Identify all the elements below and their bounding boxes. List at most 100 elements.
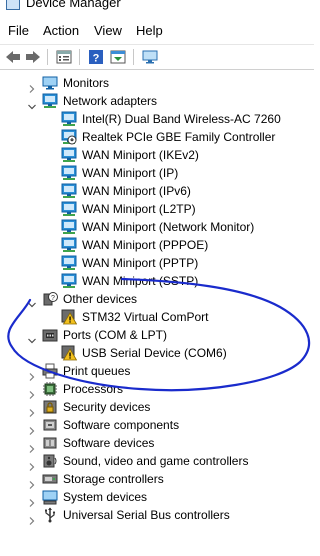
network-adapter-icon: [61, 111, 77, 127]
tree-item-label: Universal Serial Bus controllers: [63, 508, 230, 522]
expand-chevron-icon[interactable]: [28, 80, 35, 93]
system-device-icon: [42, 489, 58, 505]
tree-item[interactable]: WAN Miniport (IP): [0, 164, 314, 182]
menu-help[interactable]: Help: [136, 23, 163, 38]
tree-item-label: WAN Miniport (IPv6): [82, 184, 191, 198]
expand-chevron-icon[interactable]: [28, 404, 35, 417]
tree-item-label: WAN Miniport (L2TP): [82, 202, 196, 216]
tree-item[interactable]: Security devices: [0, 398, 314, 417]
expand-chevron-icon[interactable]: [28, 458, 35, 471]
network-adapter-icon: [61, 255, 77, 271]
warning-device-icon: [61, 309, 78, 325]
tree-item-label: WAN Miniport (Network Monitor): [82, 220, 255, 234]
tree-item-label: Realtek PCIe GBE Family Controller: [82, 130, 276, 144]
forward-arrow-icon[interactable]: [24, 49, 42, 65]
menu-bar: File Action View Help: [0, 17, 314, 43]
port-icon: [42, 327, 58, 343]
menu-view[interactable]: View: [94, 23, 122, 38]
tree-item[interactable]: WAN Miniport (PPPOE): [0, 236, 314, 254]
menu-file[interactable]: File: [8, 23, 29, 38]
tree-item-label: Monitors: [63, 76, 110, 90]
tree-item-label: Ports (COM & LPT): [63, 328, 168, 342]
tree-item[interactable]: Monitors: [0, 74, 314, 93]
tree-item[interactable]: Network adapters: [0, 92, 314, 110]
tree-item-label: Print queues: [63, 364, 131, 378]
tree-item-label: Software components: [63, 418, 180, 432]
network-adapter-icon: [61, 183, 77, 199]
expand-chevron-icon[interactable]: [28, 386, 35, 399]
collapse-chevron-icon[interactable]: [28, 98, 36, 110]
tree-item-label: Storage controllers: [63, 472, 164, 486]
network-adapter-icon: [61, 237, 77, 253]
tree-item[interactable]: WAN Miniport (PPTP): [0, 254, 314, 272]
tree-item[interactable]: Software devices: [0, 434, 314, 453]
tree-item[interactable]: System devices: [0, 488, 314, 507]
tree-item[interactable]: Universal Serial Bus controllers: [0, 506, 314, 525]
tree-item[interactable]: Software components: [0, 416, 314, 435]
title-bar: Device Manager: [0, 0, 314, 16]
tree-item[interactable]: ? Other devices: [0, 290, 314, 308]
warning-device-icon: [61, 345, 78, 361]
tree-item-label: STM32 Virtual ComPort: [82, 310, 209, 324]
monitor-scan-icon[interactable]: [141, 49, 159, 65]
help-icon[interactable]: ?: [87, 49, 105, 65]
expand-chevron-icon[interactable]: [28, 368, 35, 381]
network-adapter-icon: [61, 273, 77, 289]
unknown-device-icon: ?: [42, 291, 58, 307]
tree-item[interactable]: WAN Miniport (L2TP): [0, 200, 314, 218]
properties-icon[interactable]: [55, 49, 73, 65]
tree-item[interactable]: Realtek PCIe GBE Family Controller: [0, 128, 314, 146]
tree-item-label: WAN Miniport (PPTP): [82, 256, 199, 270]
tree-item-label: Sound, video and game controllers: [63, 454, 249, 468]
storage-controller-icon: [42, 471, 58, 487]
security-device-icon: [42, 399, 58, 415]
speaker-icon: [42, 453, 58, 469]
tree-item-label: WAN Miniport (IP): [82, 166, 179, 180]
collapse-chevron-icon[interactable]: [28, 296, 36, 308]
back-arrow-icon[interactable]: [4, 49, 22, 65]
device-manager-icon: [6, 0, 20, 10]
expand-chevron-icon[interactable]: [28, 422, 35, 435]
tree-item-label: Network adapters: [63, 94, 158, 108]
tree-item-label: WAN Miniport (IKEv2): [82, 148, 199, 162]
software-device-icon: [42, 435, 58, 451]
toolbar-separator: [133, 49, 134, 65]
tree-item[interactable]: Sound, video and game controllers: [0, 452, 314, 471]
network-adapter-icon: [61, 201, 77, 217]
menu-action[interactable]: Action: [43, 23, 79, 38]
window-title: Device Manager: [26, 0, 121, 10]
expand-chevron-icon[interactable]: [28, 512, 35, 525]
tree-item[interactable]: Storage controllers: [0, 470, 314, 489]
toolbar: ?: [0, 44, 314, 70]
tree-item[interactable]: STM32 Virtual ComPort: [0, 308, 314, 326]
expand-chevron-icon[interactable]: [28, 494, 35, 507]
tree-item[interactable]: WAN Miniport (IKEv2): [0, 146, 314, 164]
processor-icon: [42, 381, 58, 397]
network-adapter-icon: [42, 93, 58, 109]
expand-chevron-icon[interactable]: [28, 440, 35, 453]
tree-item[interactable]: Intel(R) Dual Band Wireless-AC 7260: [0, 110, 314, 128]
tree-item-label: Processors: [63, 382, 124, 396]
tree-item-label: USB Serial Device (COM6): [82, 346, 227, 360]
show-hidden-icon[interactable]: [109, 49, 127, 65]
tree-item[interactable]: Processors: [0, 380, 314, 399]
tree-item-label: Software devices: [63, 436, 155, 450]
tree-item[interactable]: Ports (COM & LPT): [0, 326, 314, 344]
collapse-chevron-icon[interactable]: [28, 332, 36, 344]
network-adapter-disabled-icon: [61, 129, 77, 145]
device-tree: Monitors Network adapters Intel(R) Dual Ba…: [0, 72, 314, 556]
tree-item[interactable]: WAN Miniport (Network Monitor): [0, 218, 314, 236]
tree-item[interactable]: Print queues: [0, 362, 314, 381]
tree-item-label: WAN Miniport (SSTP): [82, 274, 199, 288]
software-component-icon: [42, 417, 58, 433]
svg-text:?: ?: [51, 295, 55, 302]
tree-item[interactable]: WAN Miniport (IPv6): [0, 182, 314, 200]
tree-item[interactable]: WAN Miniport (SSTP): [0, 272, 314, 290]
tree-item-label: System devices: [63, 490, 148, 504]
tree-item-label: Security devices: [63, 400, 151, 414]
tree-item[interactable]: USB Serial Device (COM6): [0, 344, 314, 362]
expand-chevron-icon[interactable]: [28, 476, 35, 489]
monitor-icon: [42, 75, 58, 91]
printer-icon: [42, 363, 58, 379]
toolbar-separator: [47, 49, 48, 65]
